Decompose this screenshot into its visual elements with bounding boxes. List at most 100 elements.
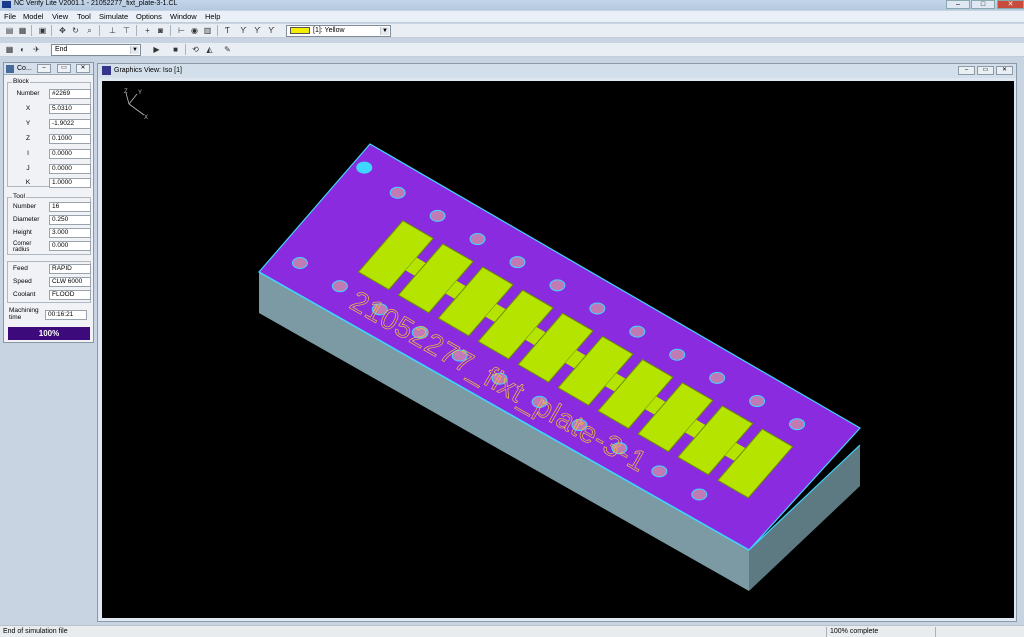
chevron-down-icon[interactable]: ▼: [130, 46, 139, 54]
block-x-field[interactable]: 5.0310: [49, 104, 91, 114]
measure-icon[interactable]: +: [142, 25, 153, 36]
fixture-icon[interactable]: ⊢: [176, 25, 187, 36]
block-y-field[interactable]: -1.9022: [49, 119, 91, 129]
block-legend: Block: [12, 78, 30, 85]
tool-group: Tool Number 16 Diameter 0.250 Height 3.000 …: [7, 193, 91, 255]
zoom-icon[interactable]: ⌕: [84, 25, 95, 36]
tool-color-icon[interactable]: Ƭ: [222, 25, 233, 36]
menu-model[interactable]: Model: [23, 13, 43, 21]
tool-diameter-field[interactable]: 0.250: [49, 215, 91, 225]
sim-step-icon[interactable]: ✈: [31, 44, 42, 55]
panel-minimize-button[interactable]: –: [37, 64, 51, 73]
rotate-icon[interactable]: ↻: [70, 25, 81, 36]
menu-file[interactable]: File: [4, 13, 16, 21]
hole: [331, 280, 348, 293]
mode-select[interactable]: End ▼: [51, 44, 141, 56]
status-progress: 100% complete: [830, 628, 879, 635]
block-y-row: Y -1.9022: [11, 119, 91, 129]
menu-view[interactable]: View: [52, 13, 68, 21]
stock-icon[interactable]: ▣: [37, 25, 48, 36]
compare-icon[interactable]: ◭: [204, 44, 215, 55]
hole: [629, 325, 646, 338]
axis-z-label: Z: [124, 89, 128, 95]
block-z-field[interactable]: 0.1000: [49, 134, 91, 144]
window-title: NC Verify Lite V2001.1 - 21052277_fixt_p…: [14, 0, 178, 7]
simulation-toolbar: ▦ ◐ ✈ End ▼ ▶ ■ ⟲ ◭ ✎: [0, 43, 1024, 57]
panel-close-button[interactable]: ✕: [76, 64, 90, 73]
hole: [549, 279, 566, 292]
block-j-field[interactable]: 0.0000: [49, 164, 91, 174]
coolant-field[interactable]: FLOOD: [49, 290, 91, 300]
hole: [291, 257, 308, 270]
tool-a-icon[interactable]: ϒ: [238, 25, 249, 36]
block-number-field[interactable]: #2269: [49, 89, 91, 99]
pan-icon[interactable]: ✥: [57, 25, 68, 36]
tool-legend: Tool: [12, 193, 26, 200]
hole: [509, 256, 526, 269]
tool-height-field[interactable]: 3.000: [49, 228, 91, 238]
menu-tool[interactable]: Tool: [77, 13, 91, 21]
motion-group: Feed RAPID Speed CLW 6000 Coolant FLOOD: [7, 261, 91, 303]
menu-window[interactable]: Window: [170, 13, 197, 21]
machining-time-row: Machining time 00:16:21: [7, 307, 87, 322]
block-k-field[interactable]: 1.0000: [49, 178, 91, 188]
maximize-button[interactable]: □: [971, 0, 995, 9]
hole: [356, 161, 373, 174]
color-select[interactable]: [1]: Yellow ▼: [286, 25, 391, 37]
feed-row: Feed RAPID: [11, 264, 91, 274]
sim-speed-icon[interactable]: ◐: [17, 44, 28, 55]
sim-options-icon[interactable]: ▦: [4, 44, 15, 55]
minimize-button[interactable]: –: [946, 0, 970, 9]
hole: [389, 186, 406, 199]
close-button[interactable]: ✕: [997, 0, 1024, 9]
feed-field[interactable]: RAPID: [49, 264, 91, 274]
view-yz-icon[interactable]: ⊤: [121, 25, 132, 36]
section-icon[interactable]: ◙: [155, 25, 166, 36]
menu-bar: File Model View Tool Simulate Options Wi…: [0, 11, 1024, 23]
app-icon: [2, 1, 11, 8]
print-icon[interactable]: ▥: [202, 25, 213, 36]
tool-corner-radius-field[interactable]: 0.000: [49, 241, 91, 251]
stop-icon[interactable]: ■: [170, 44, 181, 55]
hole: [589, 302, 606, 315]
rewind-icon[interactable]: ⟲: [190, 44, 201, 55]
block-i-row: I 0.0000: [11, 149, 91, 159]
main-toolbar: ▤ ▦ ▣ ✥ ↻ ⌕ ⊥ ⊤ + ◙ ⊢ ◉ ▥ Ƭ ϒ ϒ ϒ [1]: Y…: [0, 24, 1024, 38]
hole: [651, 465, 668, 478]
block-k-row: K 1.0000: [11, 178, 91, 188]
tool-number-field[interactable]: 16: [49, 202, 91, 212]
axis-triad-icon: [125, 92, 145, 116]
hole: [469, 233, 486, 246]
save-icon[interactable]: ▦: [17, 25, 28, 36]
play-icon[interactable]: ▶: [151, 44, 162, 55]
view-close-button[interactable]: ✕: [996, 66, 1013, 75]
tool-c-icon[interactable]: ϒ: [266, 25, 277, 36]
menu-options[interactable]: Options: [136, 13, 162, 21]
tool-b-icon[interactable]: ϒ: [252, 25, 263, 36]
block-i-field[interactable]: 0.0000: [49, 149, 91, 159]
graphics-view-icon: [102, 66, 111, 75]
machining-time-field[interactable]: 00:16:21: [45, 310, 87, 320]
menu-simulate[interactable]: Simulate: [99, 13, 128, 21]
open-icon[interactable]: ▤: [4, 25, 15, 36]
part-viewport[interactable]: Y Z X 21052277_fixt_plate-3-1: [102, 81, 1014, 618]
panel-restore-button[interactable]: ▭: [57, 64, 71, 73]
hole: [691, 488, 708, 501]
speed-row: Speed CLW 6000: [11, 277, 91, 287]
block-group: Block Number #2269 X 5.0310 Y -1.9022 Z 0.10…: [7, 78, 91, 188]
hole: [709, 371, 726, 384]
speed-field[interactable]: CLW 6000: [49, 277, 91, 287]
simulation-canvas[interactable]: Y Z X 21052277_fixt_plate-3-1: [102, 81, 1014, 618]
camera-icon[interactable]: ◉: [189, 25, 200, 36]
progress-bar: 100%: [8, 327, 90, 340]
chevron-down-icon[interactable]: ▼: [380, 27, 389, 35]
report-icon[interactable]: ✎: [222, 44, 233, 55]
block-x-row: X 5.0310: [11, 104, 91, 114]
view-minimize-button[interactable]: –: [958, 66, 975, 75]
view-restore-button[interactable]: ▭: [977, 66, 994, 75]
menu-help[interactable]: Help: [205, 13, 220, 21]
view-xz-icon[interactable]: ⊥: [107, 25, 118, 36]
panel-icon: [6, 65, 14, 73]
panel-header: Co... – ▭ ✕: [4, 63, 93, 75]
fixture-plate: 21052277_fixt_plate-3-1: [258, 143, 861, 591]
